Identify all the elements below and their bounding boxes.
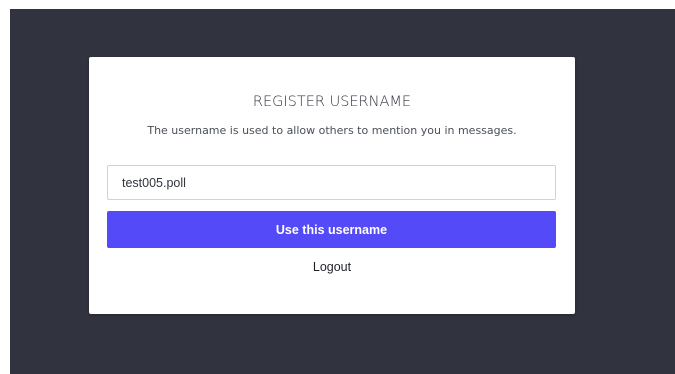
register-username-card: REGISTER USERNAME The username is used t…	[89, 57, 575, 314]
app-background: REGISTER USERNAME The username is used t…	[10, 9, 675, 374]
use-username-button[interactable]: Use this username	[107, 211, 556, 248]
page-title: REGISTER USERNAME	[252, 94, 412, 110]
username-input[interactable]	[107, 165, 556, 200]
logout-link[interactable]: Logout	[89, 260, 575, 274]
page-description: The username is used to allow others to …	[147, 124, 517, 137]
